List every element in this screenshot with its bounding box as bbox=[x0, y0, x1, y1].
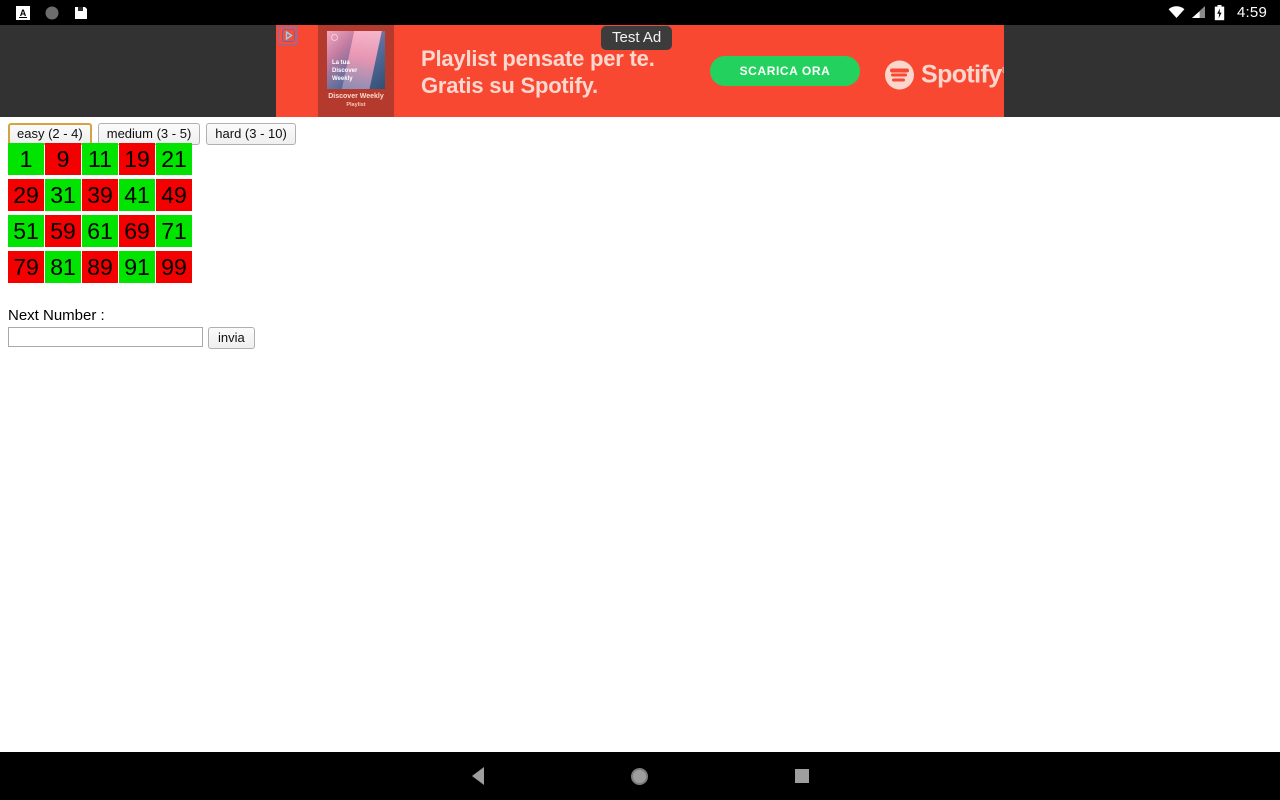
grid-cell[interactable]: 99 bbox=[156, 251, 192, 283]
spotify-brand-text: Spotify bbox=[921, 60, 1002, 89]
grid-cell[interactable]: 49 bbox=[156, 179, 192, 211]
ad-cover-overlay-text: La tua Discover Weekly bbox=[332, 59, 357, 83]
spotify-trademark: ® bbox=[1002, 65, 1004, 75]
grid-cell[interactable]: 59 bbox=[45, 215, 81, 247]
difficulty-button-hard[interactable]: hard (3 - 10) bbox=[206, 123, 296, 145]
grid-cell[interactable]: 69 bbox=[119, 215, 155, 247]
grid-cell[interactable]: 39 bbox=[82, 179, 118, 211]
test-ad-badge: Test Ad bbox=[601, 26, 673, 50]
home-button[interactable] bbox=[602, 752, 677, 800]
ad-artwork: La tua Discover Weekly Discover Weekly P… bbox=[318, 25, 394, 117]
spotify-wordmark: Spotify® bbox=[921, 61, 1004, 90]
number-grid: 1 9 11 19 21 29 31 39 41 49 51 59 61 69 … bbox=[8, 143, 192, 287]
adchoices-icon[interactable] bbox=[278, 26, 298, 45]
ad-artwork-caption: Discover Weekly Playlist bbox=[328, 92, 384, 110]
svg-text:A: A bbox=[20, 8, 27, 18]
app-notification-icon: A bbox=[15, 5, 31, 21]
status-bar-system-icons: 4:59 bbox=[1168, 4, 1280, 21]
difficulty-button-medium[interactable]: medium (3 - 5) bbox=[97, 123, 201, 145]
grid-cell[interactable]: 11 bbox=[82, 143, 118, 175]
web-page-content: easy (2 - 4) medium (3 - 5) hard (3 - 10… bbox=[0, 117, 1280, 752]
status-bar: A 4:59 bbox=[0, 0, 1280, 25]
next-number-label: Next Number : bbox=[8, 307, 105, 324]
advertisement-banner[interactable]: La tua Discover Weekly Discover Weekly P… bbox=[276, 25, 1004, 117]
signal-icon bbox=[1191, 5, 1207, 21]
grid-cell[interactable]: 19 bbox=[119, 143, 155, 175]
ad-strip-background: La tua Discover Weekly Discover Weekly P… bbox=[0, 25, 1280, 117]
ad-cta-button[interactable]: SCARICA ORA bbox=[710, 56, 860, 86]
grid-cell[interactable]: 29 bbox=[8, 179, 44, 211]
status-bar-notification-icons: A bbox=[0, 5, 89, 21]
grid-cell[interactable]: 91 bbox=[119, 251, 155, 283]
grid-cell[interactable]: 51 bbox=[8, 215, 44, 247]
battery-icon bbox=[1214, 4, 1230, 21]
next-number-form: invia bbox=[8, 327, 255, 349]
spotify-mark-icon bbox=[885, 60, 914, 90]
recent-apps-button[interactable] bbox=[764, 752, 839, 800]
ad-headline-line-2: Gratis su Spotify. bbox=[421, 73, 598, 98]
spotify-logo: Spotify® bbox=[885, 60, 1004, 90]
save-notification-icon bbox=[73, 5, 89, 21]
grid-cell[interactable]: 41 bbox=[119, 179, 155, 211]
grid-cell[interactable]: 9 bbox=[45, 143, 81, 175]
android-navigation-bar bbox=[0, 752, 1280, 800]
recents-square-icon bbox=[794, 769, 809, 783]
ad-cover-line-3: Weekly bbox=[332, 76, 353, 82]
back-button[interactable] bbox=[440, 752, 515, 800]
grid-cell[interactable]: 79 bbox=[8, 251, 44, 283]
status-bar-clock: 4:59 bbox=[1237, 4, 1267, 21]
circle-notification-icon bbox=[44, 5, 60, 21]
next-number-input[interactable] bbox=[8, 327, 203, 347]
grid-cell[interactable]: 81 bbox=[45, 251, 81, 283]
grid-cell[interactable]: 21 bbox=[156, 143, 192, 175]
grid-cell[interactable]: 31 bbox=[45, 179, 81, 211]
home-circle-icon bbox=[631, 767, 648, 785]
ad-artwork-caption-subtitle: Playlist bbox=[346, 102, 366, 108]
ad-cover-line-1: La tua bbox=[332, 60, 350, 66]
ad-headline: Playlist pensate per te. Gratis su Spoti… bbox=[421, 45, 655, 99]
ad-cover-badge-icon bbox=[331, 34, 338, 41]
ad-cover-line-2: Discover bbox=[332, 68, 358, 74]
grid-cell[interactable]: 61 bbox=[82, 215, 118, 247]
wifi-icon bbox=[1168, 5, 1185, 21]
back-triangle-icon bbox=[471, 767, 484, 785]
submit-button[interactable]: invia bbox=[208, 327, 255, 349]
grid-cell[interactable]: 89 bbox=[82, 251, 118, 283]
device-screen: A 4:59 La tua Discover Weekly Discover W… bbox=[0, 0, 1280, 800]
ad-album-cover: La tua Discover Weekly bbox=[327, 31, 385, 89]
difficulty-selector: easy (2 - 4) medium (3 - 5) hard (3 - 10… bbox=[8, 123, 296, 145]
ad-artwork-caption-title: Discover Weekly bbox=[328, 93, 384, 100]
difficulty-button-easy[interactable]: easy (2 - 4) bbox=[8, 123, 92, 145]
grid-cell[interactable]: 71 bbox=[156, 215, 192, 247]
grid-cell[interactable]: 1 bbox=[8, 143, 44, 175]
